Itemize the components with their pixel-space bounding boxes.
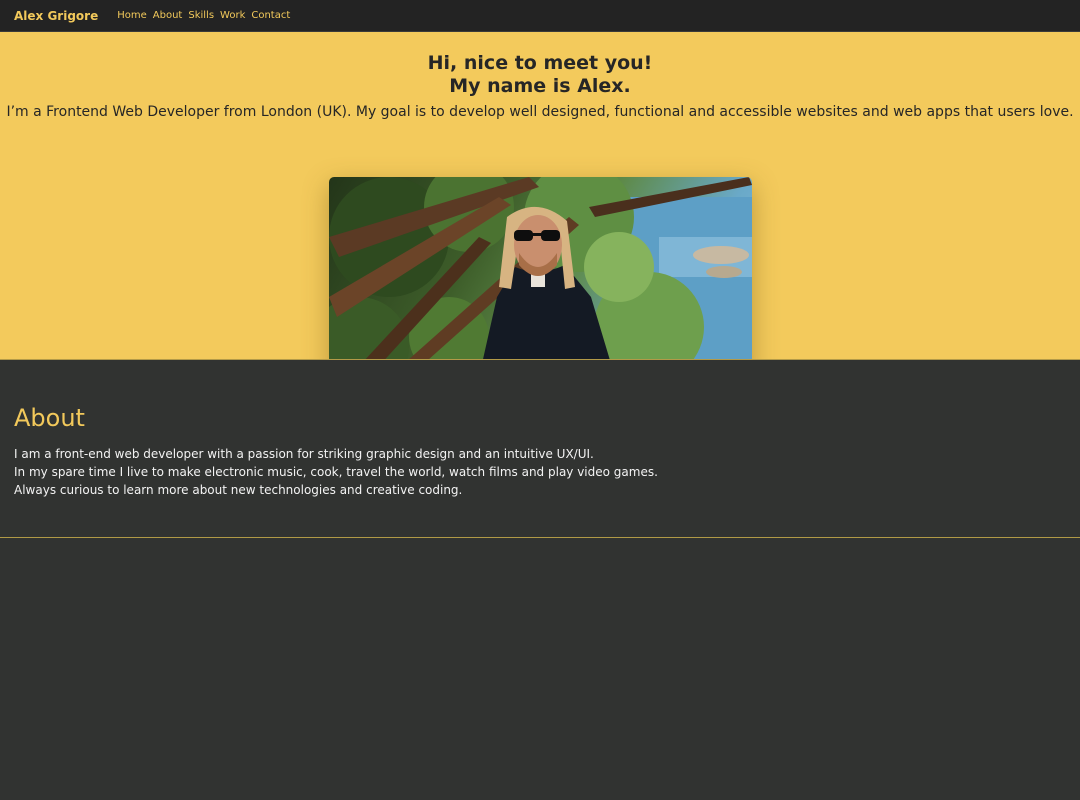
hero-intro: I’m a Frontend Web Developer from London… [6,104,1074,120]
nav-link-home[interactable]: Home [117,10,147,21]
about-line-1: I am a front-end web developer with a pa… [14,447,594,461]
hero-section: Hi, nice to meet you! My name is Alex. I… [0,32,1080,360]
profile-photo [329,177,752,359]
about-section: About I am a front-end web developer wit… [0,360,1080,538]
nav-link-work[interactable]: Work [220,10,245,21]
hero-heading: Hi, nice to meet you! My name is Alex. [0,32,1080,98]
about-text: I am a front-end web developer with a pa… [14,445,1066,499]
about-line-2: In my spare time I live to make electron… [14,465,658,479]
hero-heading-line1: Hi, nice to meet you! [427,52,653,74]
hero-heading-line2: My name is Alex. [449,75,631,97]
nav-links: Home About Skills Work Contact [117,10,296,21]
nav-link-skills[interactable]: Skills [188,10,214,21]
top-navbar: Alex Grigore Home About Skills Work Cont… [0,0,1080,32]
brand-link[interactable]: Alex Grigore [14,9,98,23]
nav-link-about[interactable]: About [153,10,183,21]
about-title: About [14,404,85,432]
about-line-3: Always curious to learn more about new t… [14,483,463,497]
nav-link-contact[interactable]: Contact [251,10,290,21]
